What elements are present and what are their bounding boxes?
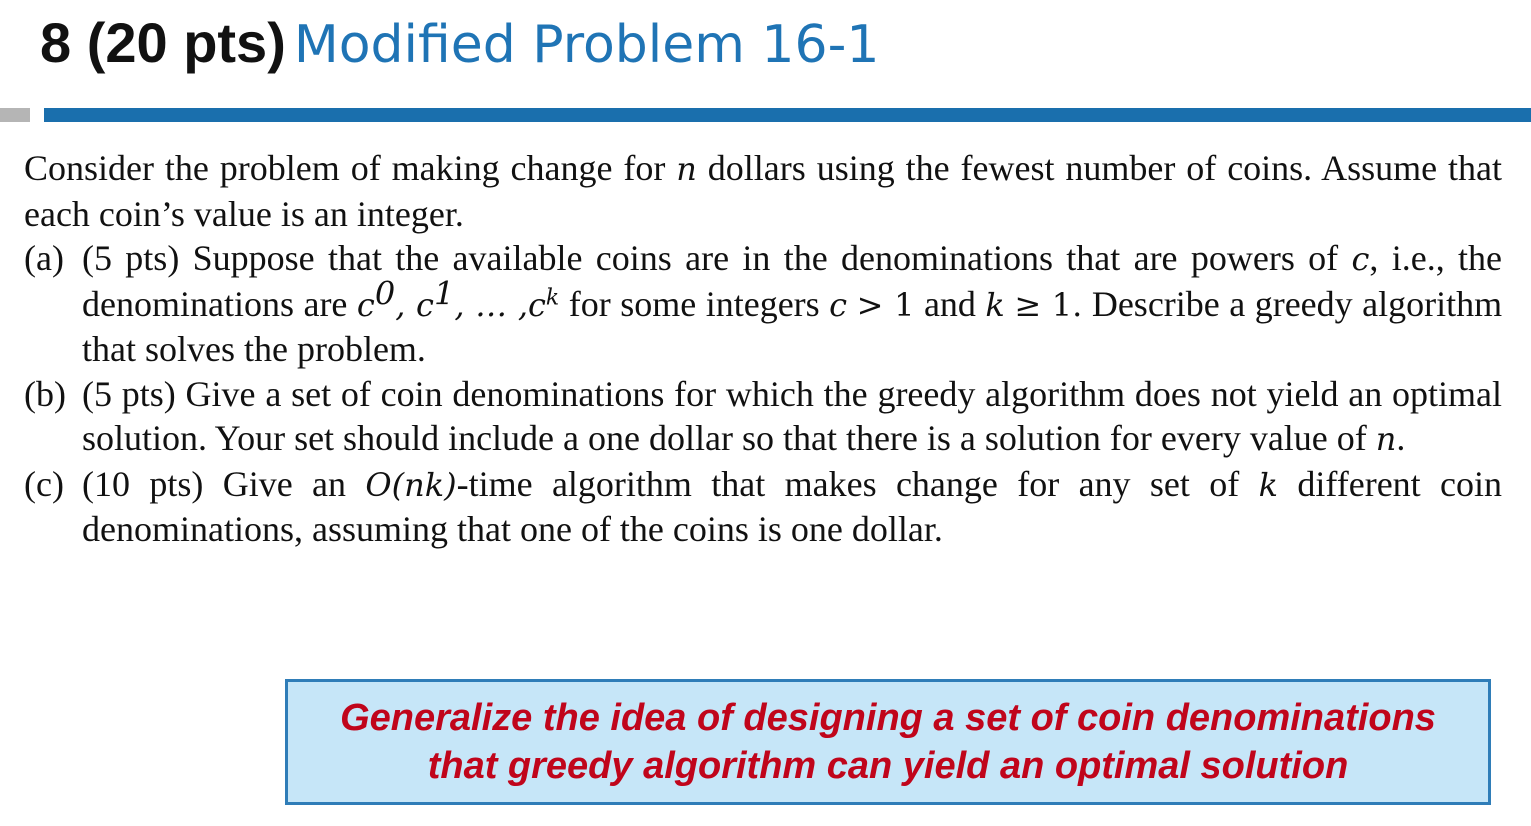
title-problem-name: Modified Problem 16-1 [293,15,880,75]
part-c-letter: (c) [24,463,64,504]
part-b-text-1: (5 pts) Give a set of coin denominations… [82,373,1502,459]
callout-line-1: Generalize the idea of designing a set o… [340,697,1436,739]
divider-gray [0,108,30,122]
math-nk: (nk) [391,465,457,504]
math-n: n [1375,420,1397,458]
part-b: (b) (5 pts) Give a set of coin denominat… [24,372,1502,462]
part-c-text-1: (10 pts) Give an [82,463,347,504]
part-b-period: . [1396,418,1406,458]
math-k: k [1258,465,1279,504]
hint-callout: Generalize the idea of designing a set o… [285,679,1491,805]
math-k-var: k [985,285,1005,324]
divider-blue [44,108,1531,122]
part-a-text-1: (5 pts) Suppose that the available coins… [82,238,1339,278]
math-n: n [676,150,697,188]
math-c: c [1351,240,1370,278]
math-c-var: c [829,285,848,324]
math-sequence: c0, c1, … ,ck [356,273,560,324]
math-gt-1: > 1 [856,285,915,324]
part-c-text-2: -time algorithm that makes change for an… [456,463,1240,504]
part-a-text-3: for some integers [568,283,820,324]
part-a-letter: (a) [24,238,64,278]
slide-title: 8 (20 pts) Modified Problem 16-1 [40,10,879,78]
part-c: (c) (10 pts) Give an O(nk)-time algorith… [24,462,1502,552]
math-big-o: O [365,465,392,504]
part-a: (a) (5 pts) Suppose that the available c… [24,236,1502,372]
problem-intro: Consider the problem of making change fo… [24,146,1502,236]
part-b-letter: (b) [24,373,66,414]
math-ge-1: ≥ 1. [1014,285,1083,324]
intro-text-1: Consider the problem of making change fo… [24,148,666,188]
problem-body: Consider the problem of making change fo… [24,146,1502,552]
part-a-and: and [923,283,976,324]
title-points: 8 (20 pts) [40,11,286,74]
callout-line-2: that greedy algorithm can yield an optim… [427,745,1349,787]
